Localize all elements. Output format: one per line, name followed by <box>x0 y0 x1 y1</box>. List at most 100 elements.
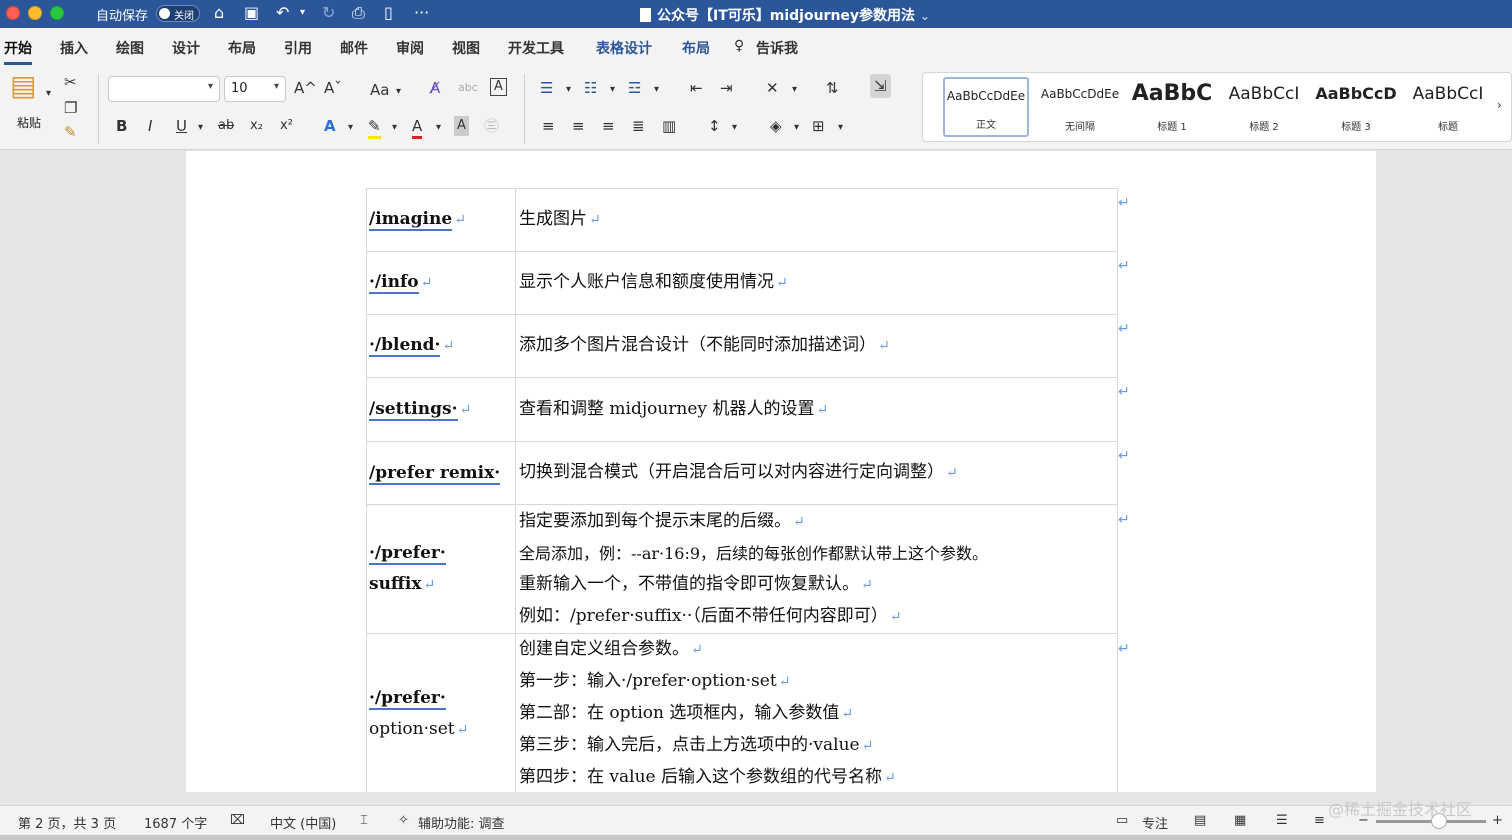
numbering-dropdown-icon[interactable]: ▾ <box>610 80 615 100</box>
language-status[interactable]: 中文 (中国) <box>270 813 336 832</box>
table-cell-description[interactable]: 创建自定义组合参数。 ↵ 第一步：输入·/prefer·option·set ↵ 第… <box>515 633 1118 792</box>
bullets-dropdown-icon[interactable]: ▾ <box>566 80 571 100</box>
align-right-icon[interactable]: ≡ <box>602 116 615 136</box>
highlight-icon[interactable]: ✎ <box>368 116 381 139</box>
subscript-button[interactable]: x₂ <box>250 116 263 136</box>
bullets-icon[interactable]: ☰ <box>540 78 553 98</box>
borders-icon[interactable]: ⊞ <box>812 116 825 136</box>
table-cell-description[interactable]: 生成图片 ↵ <box>515 188 1118 252</box>
increase-indent-icon[interactable]: ⇥ <box>720 78 733 98</box>
style-no-spacing[interactable]: AaBbCcDdEe 无间隔 <box>1037 77 1123 137</box>
font-color-dropdown-icon[interactable]: ▾ <box>436 118 441 138</box>
print-icon[interactable]: ⎙ <box>352 3 365 23</box>
grow-font-button[interactable]: A^ <box>294 78 317 98</box>
tab-references[interactable]: 引用 <box>284 38 312 58</box>
font-name-select[interactable]: ▾ <box>108 76 220 102</box>
text-effects-dropdown-icon[interactable]: ▾ <box>348 118 353 138</box>
undo-dropdown-icon[interactable]: ▾ <box>300 3 305 23</box>
line-spacing-dropdown-icon[interactable]: ▾ <box>732 118 737 138</box>
focus-icon[interactable]: ▭ <box>1116 813 1128 828</box>
justify-icon[interactable]: ≣ <box>632 116 645 136</box>
word-count[interactable]: 1687 个字 <box>144 813 207 832</box>
tab-draw[interactable]: 绘图 <box>116 38 144 58</box>
tab-view[interactable]: 视图 <box>452 38 480 58</box>
multilevel-list-icon[interactable]: ☲ <box>628 78 641 98</box>
shading-icon[interactable]: ◈ <box>770 116 782 136</box>
table-cell-description[interactable]: 指定要添加到每个提示末尾的后缀。 ↵ 全局添加，例：--ar·16:9，后续的每张… <box>515 504 1118 634</box>
asian-layout-icon[interactable]: ✕ <box>766 78 779 98</box>
show-formatting-marks-icon[interactable]: ⇲ <box>870 74 891 98</box>
table-cell-description[interactable]: 显示个人账户信息和额度使用情况 ↵ <box>515 251 1118 315</box>
tab-review[interactable]: 审阅 <box>396 38 424 58</box>
borders-dropdown-icon[interactable]: ▾ <box>838 118 843 138</box>
save-icon[interactable]: ▣ <box>244 3 259 23</box>
new-document-icon[interactable]: ▯ <box>384 3 393 23</box>
styles-next-icon[interactable]: › <box>1497 95 1502 115</box>
copy-icon[interactable]: ❐ <box>64 98 77 118</box>
change-case-dropdown-icon[interactable]: ▾ <box>396 82 401 102</box>
tab-design[interactable]: 设计 <box>172 38 200 58</box>
track-changes-icon[interactable]: ⌶ <box>360 813 368 828</box>
table-cell-description[interactable]: 切换到混合模式（开启混合后可以对内容进行定向调整） ↵ <box>515 441 1118 505</box>
tab-home[interactable]: 开始 <box>4 38 32 65</box>
tab-developer[interactable]: 开发工具 <box>508 38 564 58</box>
distributed-icon[interactable]: ▥ <box>662 116 676 136</box>
character-border-icon[interactable]: A <box>490 78 507 96</box>
table-cell-command[interactable]: ·/blend· ↵ <box>366 314 516 378</box>
autosave-toggle[interactable]: 关闭 <box>156 5 200 22</box>
font-size-select[interactable]: 10 ▾ <box>224 76 286 102</box>
table-cell-command[interactable]: ·/prefer· suffix ↵ <box>366 504 516 634</box>
more-icon[interactable]: ··· <box>414 3 429 23</box>
paste-icon[interactable]: ▤ <box>10 72 36 100</box>
clear-formatting-icon[interactable]: A̸ <box>430 78 440 98</box>
cut-icon[interactable]: ✂ <box>64 72 77 92</box>
table-cell-description[interactable]: 查看和调整 midjourney 机器人的设置 ↵ <box>515 377 1118 442</box>
font-color-icon[interactable]: A <box>412 116 423 139</box>
tab-table-layout[interactable]: 布局 <box>682 38 710 58</box>
decrease-indent-icon[interactable]: ⇤ <box>690 78 703 98</box>
shading-dropdown-icon[interactable]: ▾ <box>794 118 799 138</box>
page-count[interactable]: 第 2 页，共 3 页 <box>18 813 116 832</box>
table-cell-command[interactable]: /settings· ↵ <box>366 377 516 442</box>
underline-button[interactable]: U <box>176 116 187 136</box>
maximize-window-button[interactable] <box>50 6 64 20</box>
asian-layout-dropdown-icon[interactable]: ▾ <box>792 80 797 100</box>
draft-view-icon[interactable]: ≡ <box>1314 813 1325 828</box>
superscript-button[interactable]: x² <box>280 116 293 136</box>
undo-icon[interactable]: ↶ <box>276 3 289 23</box>
line-spacing-icon[interactable]: ↕ <box>708 116 721 136</box>
minimize-window-button[interactable] <box>28 6 42 20</box>
table-cell-command[interactable]: ·/info ↵ <box>366 251 516 315</box>
bold-button[interactable]: B <box>116 116 127 136</box>
sort-icon[interactable]: ⇅ <box>826 78 839 98</box>
home-icon[interactable]: ⌂ <box>214 3 224 23</box>
table-cell-command[interactable]: ·/prefer· option·set ↵ <box>366 633 516 792</box>
table-cell-description[interactable]: 添加多个图片混合设计（不能同时添加描述词） ↵ <box>515 314 1118 378</box>
style-normal[interactable]: AaBbCcDdEe 正文 <box>943 77 1029 137</box>
tab-mailings[interactable]: 邮件 <box>340 38 368 58</box>
style-heading-1[interactable]: AaBbC 标题 1 <box>1129 77 1215 137</box>
align-center-icon[interactable]: ≡ <box>572 116 585 136</box>
tab-tell-me[interactable]: 告诉我 <box>756 38 798 58</box>
redo-icon[interactable]: ↻ <box>322 3 335 23</box>
style-title[interactable]: AaBbCcI 标题 <box>1405 77 1491 137</box>
multilevel-dropdown-icon[interactable]: ▾ <box>654 80 659 100</box>
style-heading-3[interactable]: AaBbCcD 标题 3 <box>1313 77 1399 137</box>
tab-insert[interactable]: 插入 <box>60 38 88 58</box>
highlight-dropdown-icon[interactable]: ▾ <box>392 118 397 138</box>
format-painter-icon[interactable]: ✎ <box>64 122 77 142</box>
change-case-button[interactable]: Aa <box>370 80 389 100</box>
title-chevron-icon[interactable]: ⌄ <box>920 9 930 23</box>
accessibility-status[interactable]: 辅助功能: 调查 <box>418 813 505 832</box>
character-shading-icon[interactable]: A <box>454 116 469 136</box>
strikethrough-button[interactable]: ab <box>218 116 234 136</box>
table-cell-command[interactable]: /imagine ↵ <box>366 188 516 252</box>
tab-layout[interactable]: 布局 <box>228 38 256 58</box>
print-layout-icon[interactable]: ▤ <box>1194 813 1206 828</box>
zoom-in-icon[interactable]: + <box>1492 813 1503 828</box>
paste-dropdown-icon[interactable]: ▾ <box>46 84 51 104</box>
table-cell-command[interactable]: /prefer remix· <box>366 441 516 505</box>
enclose-characters-icon[interactable]: ㊂ <box>484 116 499 136</box>
phonetic-guide-icon[interactable]: abc <box>458 78 478 98</box>
outline-view-icon[interactable]: ☰ <box>1276 813 1288 828</box>
